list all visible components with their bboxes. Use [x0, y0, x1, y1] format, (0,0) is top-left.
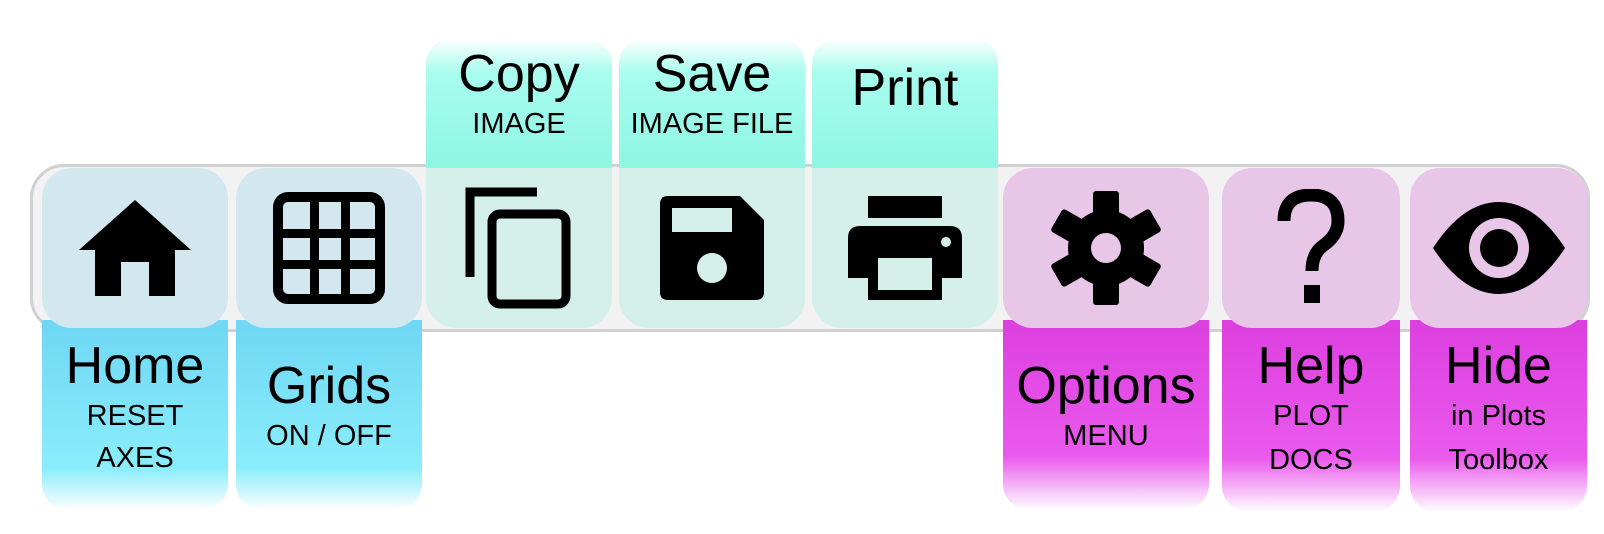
help-title: Help — [1257, 337, 1365, 395]
copy-button[interactable] — [426, 168, 612, 328]
print-label: Print — [812, 38, 998, 178]
save-button[interactable] — [619, 168, 805, 328]
help-label: Help PLOT DOCS — [1222, 320, 1400, 512]
hide-button[interactable] — [1410, 168, 1587, 328]
print-title: Print — [851, 59, 959, 117]
gear-icon — [1051, 191, 1161, 305]
printer-icon — [848, 196, 962, 300]
save-subtitle: IMAGE FILE — [630, 108, 794, 140]
print-button[interactable] — [812, 168, 998, 328]
home-subtitle-2: AXES — [96, 442, 174, 474]
hide-subtitle-1: in Plots — [1450, 400, 1547, 432]
options-title: Options — [1016, 357, 1196, 415]
hide-label: Hide in Plots Toolbox — [1410, 320, 1587, 512]
grid-icon — [273, 192, 385, 304]
save-label: Save IMAGE FILE — [619, 38, 805, 178]
copy-title: Copy — [458, 45, 580, 103]
options-label: Options MENU — [1003, 320, 1209, 510]
hide-subtitle-2: Toolbox — [1448, 444, 1549, 476]
hide-title: Hide — [1445, 337, 1552, 395]
grids-title: Grids — [266, 357, 392, 415]
help-button[interactable] — [1222, 168, 1400, 328]
copy-subtitle: IMAGE — [472, 108, 566, 140]
grids-button[interactable] — [236, 168, 422, 328]
floppy-disk-icon — [660, 196, 764, 300]
home-title: Home — [65, 337, 205, 395]
grids-subtitle: ON / OFF — [266, 420, 392, 452]
home-label: Home RESET AXES — [42, 320, 228, 510]
copy-icon — [465, 187, 571, 309]
help-subtitle-2: DOCS — [1269, 444, 1353, 476]
home-icon — [79, 200, 191, 296]
home-subtitle-1: RESET — [86, 400, 184, 432]
options-button[interactable] — [1003, 168, 1209, 328]
grids-label: Grids ON / OFF — [236, 320, 422, 510]
help-subtitle-1: PLOT — [1273, 400, 1349, 432]
home-button[interactable] — [42, 168, 228, 328]
options-subtitle: MENU — [1063, 420, 1149, 452]
save-title: Save — [652, 45, 772, 103]
copy-label: Copy IMAGE — [426, 38, 612, 178]
eye-icon — [1432, 202, 1565, 294]
question-mark-icon — [1277, 189, 1345, 303]
